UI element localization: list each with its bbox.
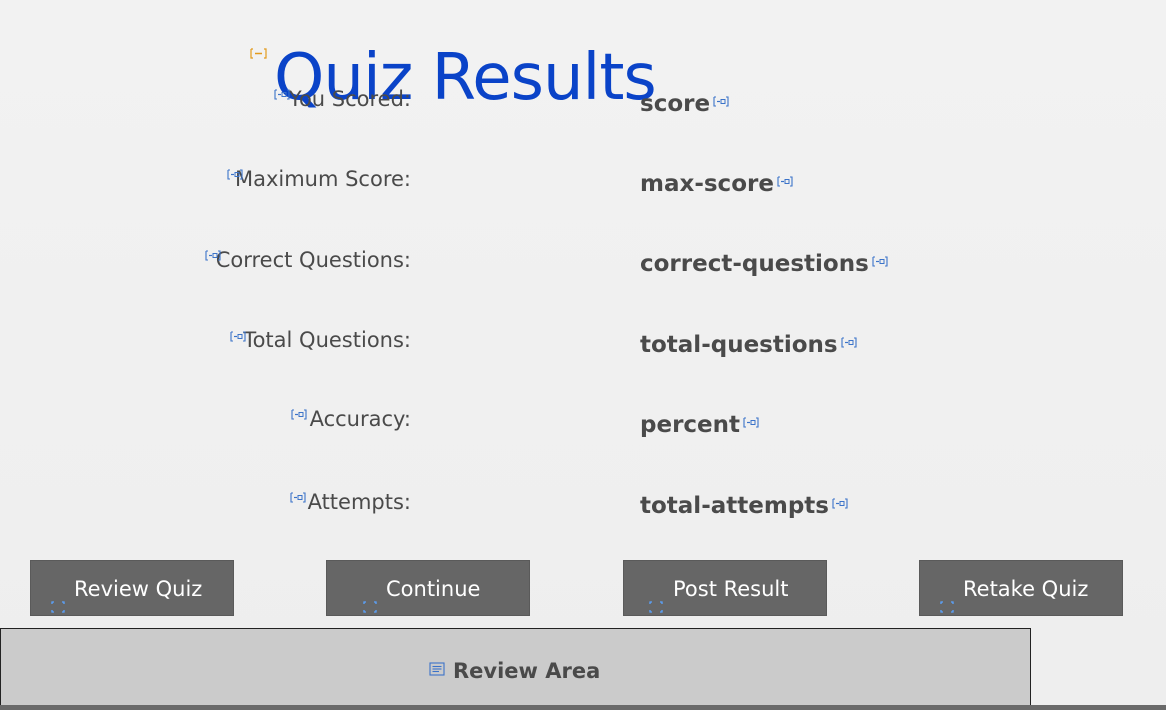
expand-icon — [940, 578, 954, 613]
variable-placeholder-icon — [230, 331, 246, 342]
variable-placeholder-icon — [713, 86, 729, 107]
variable-placeholder-icon — [832, 488, 848, 509]
continue-label: Continue — [386, 577, 481, 601]
review-quiz-label: Review Quiz — [74, 577, 203, 601]
variable-placeholder-icon — [743, 407, 759, 428]
continue-button[interactable]: Continue — [326, 560, 530, 616]
label-maximum-score: Maximum Score: — [234, 167, 411, 191]
label-accuracy: Accuracy: — [309, 407, 411, 431]
expand-icon — [363, 578, 377, 613]
variable-placeholder-icon — [777, 166, 793, 187]
variable-placeholder-icon — [290, 492, 306, 503]
review-area-label: Review Area — [453, 659, 601, 683]
value-max-score-text: max-score — [640, 171, 774, 197]
label-you-scored: You Scored: — [288, 87, 411, 111]
value-total-questions: total-questions — [640, 327, 857, 359]
value-total-questions-text: total-questions — [640, 332, 838, 358]
variable-placeholder-icon — [227, 169, 243, 180]
value-accuracy: percent — [640, 407, 759, 439]
collapse-icon — [250, 44, 267, 59]
value-correct-questions-text: correct-questions — [640, 251, 869, 277]
post-result-label: Post Result — [673, 577, 789, 601]
label-correct-questions: Correct Questions: — [215, 248, 411, 272]
variable-placeholder-icon — [872, 246, 888, 267]
value-accuracy-text: percent — [640, 412, 741, 438]
retake-quiz-button[interactable]: Retake Quiz — [919, 560, 1123, 616]
post-result-button[interactable]: Post Result — [623, 560, 827, 616]
value-max-score: max-score — [640, 166, 793, 198]
expand-icon — [51, 578, 65, 613]
review-area-icon — [429, 661, 445, 676]
expand-icon — [649, 578, 663, 613]
label-total-questions: Total Questions: — [243, 328, 411, 352]
value-correct-questions: correct-questions — [640, 246, 888, 278]
label-attempts: Attempts: — [307, 490, 411, 514]
value-attempts: total-attempts — [640, 488, 848, 520]
variable-placeholder-icon — [274, 89, 290, 100]
review-area[interactable]: Review Area — [0, 628, 1031, 710]
value-attempts-text: total-attempts — [640, 493, 829, 519]
value-score-text: score — [640, 91, 711, 117]
bottom-divider — [0, 705, 1166, 710]
retake-quiz-label: Retake Quiz — [963, 577, 1089, 601]
review-quiz-button[interactable]: Review Quiz — [30, 560, 234, 616]
value-score: score — [640, 86, 729, 118]
variable-placeholder-icon — [205, 250, 221, 261]
variable-placeholder-icon — [841, 327, 857, 348]
variable-placeholder-icon — [291, 409, 307, 420]
